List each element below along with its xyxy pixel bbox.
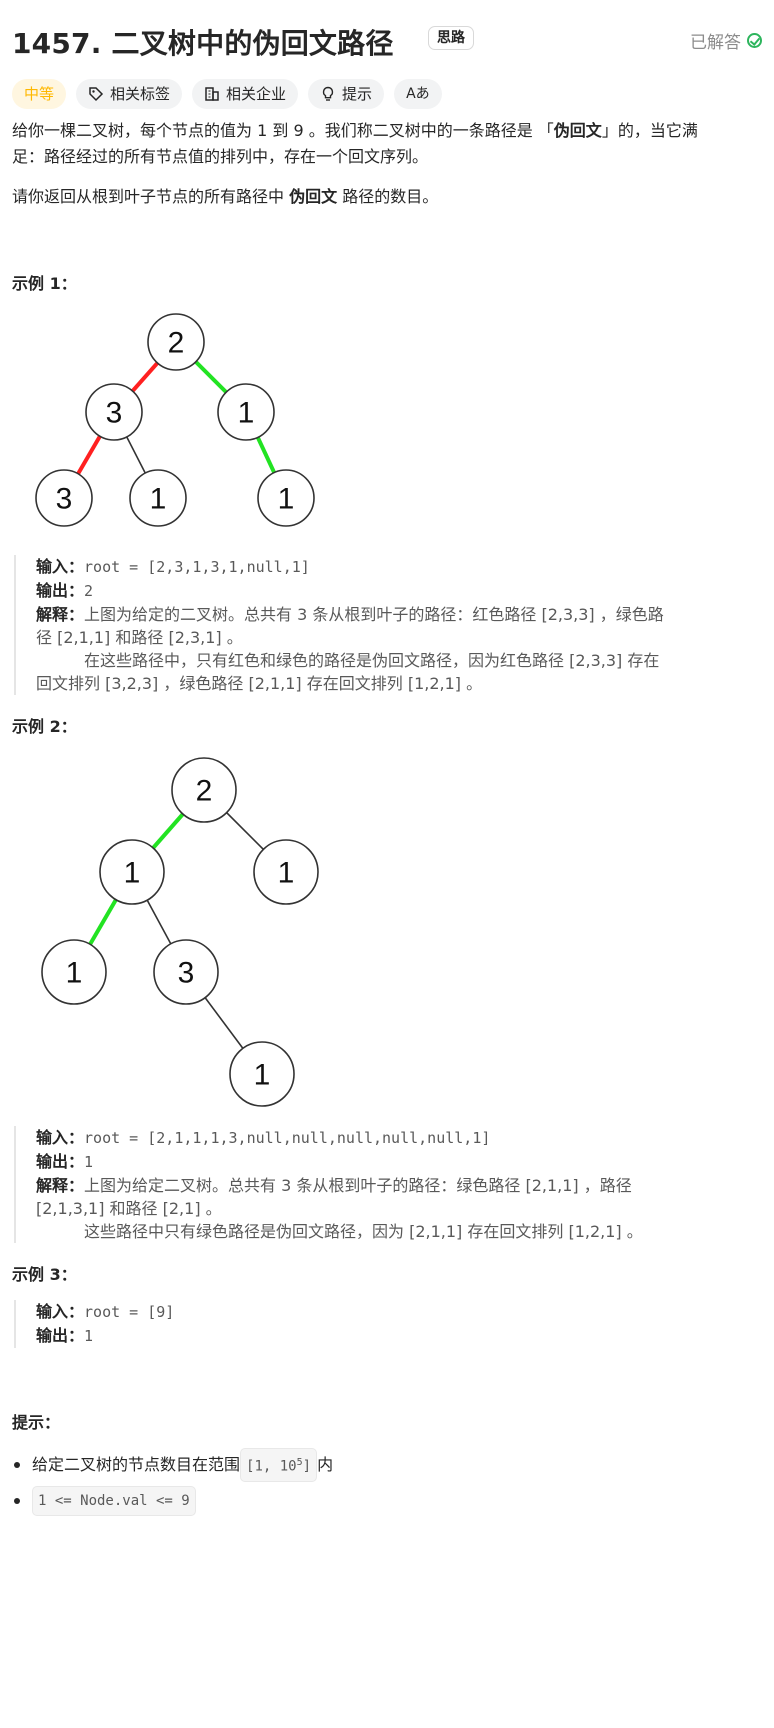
example-3-block: 输入：root = [9] 输出：1 — [14, 1300, 752, 1348]
description-text: 」的，当它满 — [601, 121, 698, 140]
description-paragraph-1: 给你一棵二叉树，每个节点的值为 1 到 9 。我们称二叉树中的一条路径是 「伪回… — [12, 118, 750, 170]
svg-text:1: 1 — [278, 857, 295, 890]
description-text: 路径的数目。 — [337, 187, 439, 206]
svg-text:2: 2 — [168, 327, 185, 360]
explanation-text: [2,1,3,1] 和路径 [2,1] 。 — [36, 1199, 222, 1218]
tree-node: 2 — [147, 313, 205, 371]
constraints-heading: 提示： — [12, 1413, 61, 1432]
hints-button[interactable]: 提示 — [308, 79, 385, 109]
explanation-text: 上图为给定二叉树。总共有 3 条从根到叶子的路径：绿色路径 [2,1,1] ，路… — [84, 1176, 632, 1195]
explanation-text: 回文排列 [3,2,3] ，绿色路径 [2,1,1] 存在回文排列 [1,2,1… — [36, 674, 483, 693]
translate-icon: Aあ — [406, 86, 430, 102]
tag-icon — [89, 87, 104, 102]
tag-bar: 中等 相关标签 相关企业 提示 Aあ — [12, 79, 442, 109]
input-label: 输入： — [36, 557, 85, 576]
example-3-input: root = [9] — [84, 1303, 175, 1321]
example-1-heading: 示例 1： — [12, 274, 77, 293]
svg-text:3: 3 — [56, 483, 73, 516]
svg-text:1: 1 — [254, 1059, 271, 1092]
tree-node: 1 — [229, 1041, 295, 1107]
example-2-input: root = [2,1,1,1,3,null,null,null,null,nu… — [84, 1129, 491, 1147]
tree-node: 1 — [257, 469, 315, 527]
svg-text:1: 1 — [124, 857, 141, 890]
svg-text:3: 3 — [178, 957, 195, 990]
example-1-block: 输入：root = [2,3,1,3,1,null,1] 输出：2 解释：上图为… — [14, 555, 752, 695]
problem-title[interactable]: 1457. 二叉树中的伪回文路径 — [12, 22, 394, 62]
example-2-tree-diagram: 2 1 1 1 3 1 — [41, 757, 319, 1107]
check-circle-icon — [747, 33, 762, 48]
explanation-text: 上图为给定的二叉树。总共有 3 条从根到叶子的路径：红色路径 [2,3,3] ，… — [84, 605, 664, 624]
example-3-output: 1 — [84, 1327, 94, 1345]
explanation-text: 径 [2,1,1] 和路径 [2,3,1] 。 — [36, 628, 243, 647]
description-bold-term: 伪回文 — [289, 187, 338, 206]
example-3-heading: 示例 3： — [12, 1265, 77, 1284]
explanation-label: 解释： — [36, 1176, 85, 1195]
svg-text:1: 1 — [150, 483, 167, 516]
description-text: 给你一棵二叉树，每个节点的值为 1 到 9 。我们称二叉树中的一条路径是 「 — [12, 121, 554, 140]
svg-text:2: 2 — [196, 775, 213, 808]
tree-node: 3 — [153, 939, 219, 1005]
example-1-tree-diagram: 2 3 1 3 1 1 — [35, 313, 315, 527]
example-2-heading: 示例 2： — [12, 717, 77, 736]
svg-text:1: 1 — [278, 483, 295, 516]
tree-node: 1 — [99, 839, 165, 905]
related-tags-label: 相关标签 — [110, 85, 171, 103]
tree-node: 3 — [35, 469, 93, 527]
description-text: 足：路径经过的所有节点值的排列中，存在一个回文序列。 — [12, 147, 429, 166]
example-1-input: root = [2,3,1,3,1,null,1] — [84, 558, 310, 576]
example-2-block: 输入：root = [2,1,1,1,3,null,null,null,null… — [14, 1126, 752, 1243]
title-row: 1457. 二叉树中的伪回文路径 思路 已解答 — [12, 22, 762, 62]
constraint-code: [1, 105] — [240, 1448, 318, 1482]
explanation-text: 在这些路径中，只有红色和绿色的路径是伪回文路径，因为红色路径 [2,3,3] 存… — [84, 651, 660, 670]
explanation-label: 解释： — [36, 605, 85, 624]
tree-node: 1 — [253, 839, 319, 905]
tree-node: 1 — [217, 383, 275, 441]
description-text: 请你返回从根到叶子节点的所有路径中 — [12, 187, 290, 206]
output-label: 输出： — [36, 1152, 85, 1171]
example-1-output: 2 — [84, 582, 94, 600]
code-text: ] — [302, 1458, 312, 1475]
output-label: 输出： — [36, 581, 85, 600]
solved-status: 已解答 — [690, 28, 762, 53]
constraint-text: 内 — [317, 1454, 334, 1474]
building-icon — [205, 87, 219, 101]
related-tags-button[interactable]: 相关标签 — [76, 79, 183, 109]
constraint-item: 1 <= Node.val <= 9 — [12, 1486, 196, 1516]
description-bold-term: 伪回文 — [553, 121, 602, 140]
tree-node: 2 — [171, 757, 237, 823]
bullet-dot — [14, 1461, 20, 1468]
constraint-text: 给定二叉树的节点数目在范围 — [32, 1454, 241, 1474]
tree-node: 1 — [41, 939, 107, 1005]
constraint-item: 给定二叉树的节点数目在范围 [1, 105] 内 — [12, 1448, 333, 1482]
solved-label: 已解答 — [690, 33, 741, 53]
tree-node: 3 — [85, 383, 143, 441]
tree-node: 1 — [129, 469, 187, 527]
description-paragraph-2: 请你返回从根到叶子节点的所有路径中 伪回文 路径的数目。 — [12, 184, 750, 210]
code-text: [1, 10 — [246, 1458, 297, 1475]
hint-badge[interactable]: 思路 — [428, 26, 474, 50]
svg-text:3: 3 — [106, 397, 123, 430]
difficulty-badge[interactable]: 中等 — [12, 79, 67, 109]
example-2-output: 1 — [84, 1153, 94, 1171]
related-companies-button[interactable]: 相关企业 — [192, 79, 299, 109]
bullet-dot — [14, 1498, 20, 1504]
related-companies-label: 相关企业 — [226, 85, 287, 103]
font-size-button[interactable]: Aあ — [394, 79, 442, 109]
constraint-code: 1 <= Node.val <= 9 — [32, 1486, 196, 1516]
output-label: 输出： — [36, 1326, 85, 1345]
input-label: 输入： — [36, 1302, 85, 1321]
lightbulb-icon — [322, 86, 334, 101]
input-label: 输入： — [36, 1128, 85, 1147]
hints-label: 提示 — [342, 85, 373, 103]
svg-text:1: 1 — [238, 397, 255, 430]
svg-text:1: 1 — [66, 957, 83, 990]
explanation-text: 这些路径中只有绿色路径是伪回文路径，因为 [2,1,1] 存在回文排列 [1,2… — [84, 1222, 643, 1241]
